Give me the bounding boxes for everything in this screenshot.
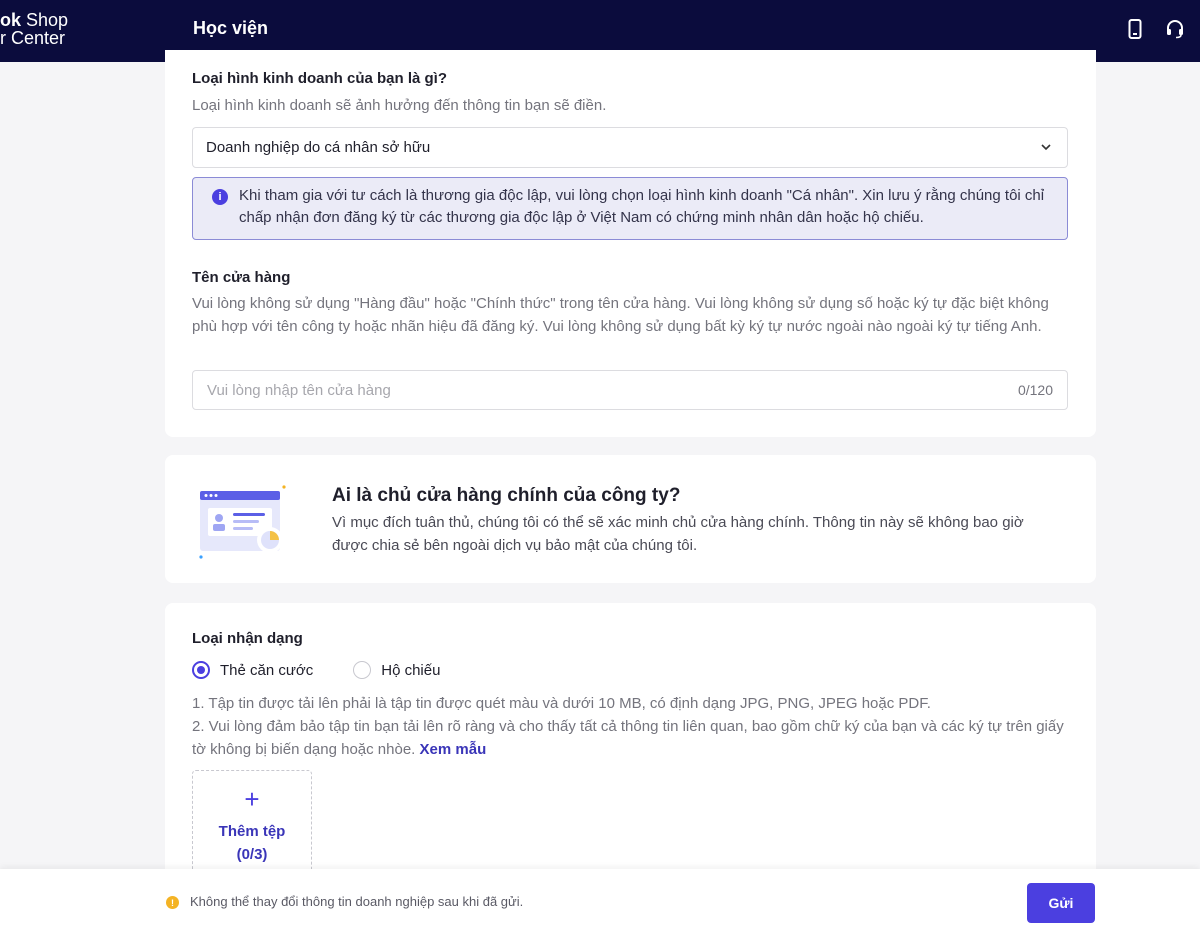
brand-line-1: ok Shop: [0, 10, 69, 30]
business-info-card: Loại hình kinh doanh của bạn là gì? Loại…: [165, 50, 1096, 437]
business-type-value: Doanh nghiệp do cá nhân sở hữu: [206, 139, 431, 156]
owner-illustration: [198, 483, 293, 566]
info-icon: i: [212, 189, 228, 205]
info-banner: i Khi tham gia với tư cách là thương gia…: [192, 177, 1068, 240]
upload-rule-2: 2. Vui lòng đảm bảo tập tin bạn tải lên …: [192, 718, 1064, 758]
id-type-label: Loại nhận dạng: [192, 630, 303, 647]
radio-id-card[interactable]: Thẻ căn cước: [192, 661, 313, 679]
business-type-label: Loại hình kinh doanh của bạn là gì?: [192, 70, 448, 87]
submit-button[interactable]: Gửi: [1027, 883, 1095, 923]
store-name-help: Vui lòng không sử dụng "Hàng đầu" hoặc "…: [192, 295, 1049, 335]
chevron-down-icon: [1039, 140, 1053, 158]
add-file-button[interactable]: + Thêm tệp (0/3): [192, 770, 312, 880]
headset-icon[interactable]: [1164, 18, 1186, 40]
owner-title: Ai là chủ cửa hàng chính của công ty?: [332, 485, 681, 506]
store-name-label: Tên cửa hàng: [192, 269, 291, 286]
radio-unchecked-icon: [353, 661, 372, 679]
brand-line-2: r Center: [0, 28, 66, 48]
file-count: (0/3): [236, 846, 268, 863]
upload-rule-1: 1. Tập tin được tải lên phải là tập tin …: [192, 695, 931, 712]
view-sample-link[interactable]: Xem mẫu: [420, 741, 487, 758]
plus-icon: +: [244, 784, 260, 814]
add-file-label: Thêm tệp: [218, 823, 286, 840]
mobile-icon[interactable]: [1124, 18, 1146, 40]
store-name-field[interactable]: 0/120: [192, 370, 1068, 410]
footer-bar: ! Không thể thay đổi thông tin doanh ngh…: [0, 869, 1200, 934]
radio-checked-icon: [192, 661, 210, 679]
footer-note: Không thể thay đổi thông tin doanh nghiệ…: [190, 894, 524, 909]
upload-rules: 1. Tập tin được tải lên phải là tập tin …: [192, 692, 1072, 761]
business-type-help: Loại hình kinh doanh sẽ ảnh hưởng đến th…: [192, 97, 607, 114]
warning-icon: !: [166, 896, 179, 909]
business-type-select[interactable]: Doanh nghiệp do cá nhân sở hữu: [192, 127, 1068, 168]
radio-id-card-label: Thẻ căn cước: [220, 661, 314, 679]
char-counter: 0/120: [1017, 382, 1053, 398]
owner-description: Vì mục đích tuân thủ, chúng tôi có thể s…: [332, 514, 1024, 554]
radio-passport[interactable]: Hộ chiếu: [353, 661, 440, 679]
radio-passport-label: Hộ chiếu: [381, 661, 441, 679]
info-banner-text: Khi tham gia với tư cách là thương gia đ…: [239, 187, 1045, 226]
owner-card: Ai là chủ cửa hàng chính của công ty? Vì…: [165, 455, 1096, 583]
store-name-input[interactable]: [193, 371, 993, 409]
id-type-radio-group: Thẻ căn cước Hộ chiếu: [192, 661, 480, 679]
page-title[interactable]: Học viện: [193, 18, 268, 39]
